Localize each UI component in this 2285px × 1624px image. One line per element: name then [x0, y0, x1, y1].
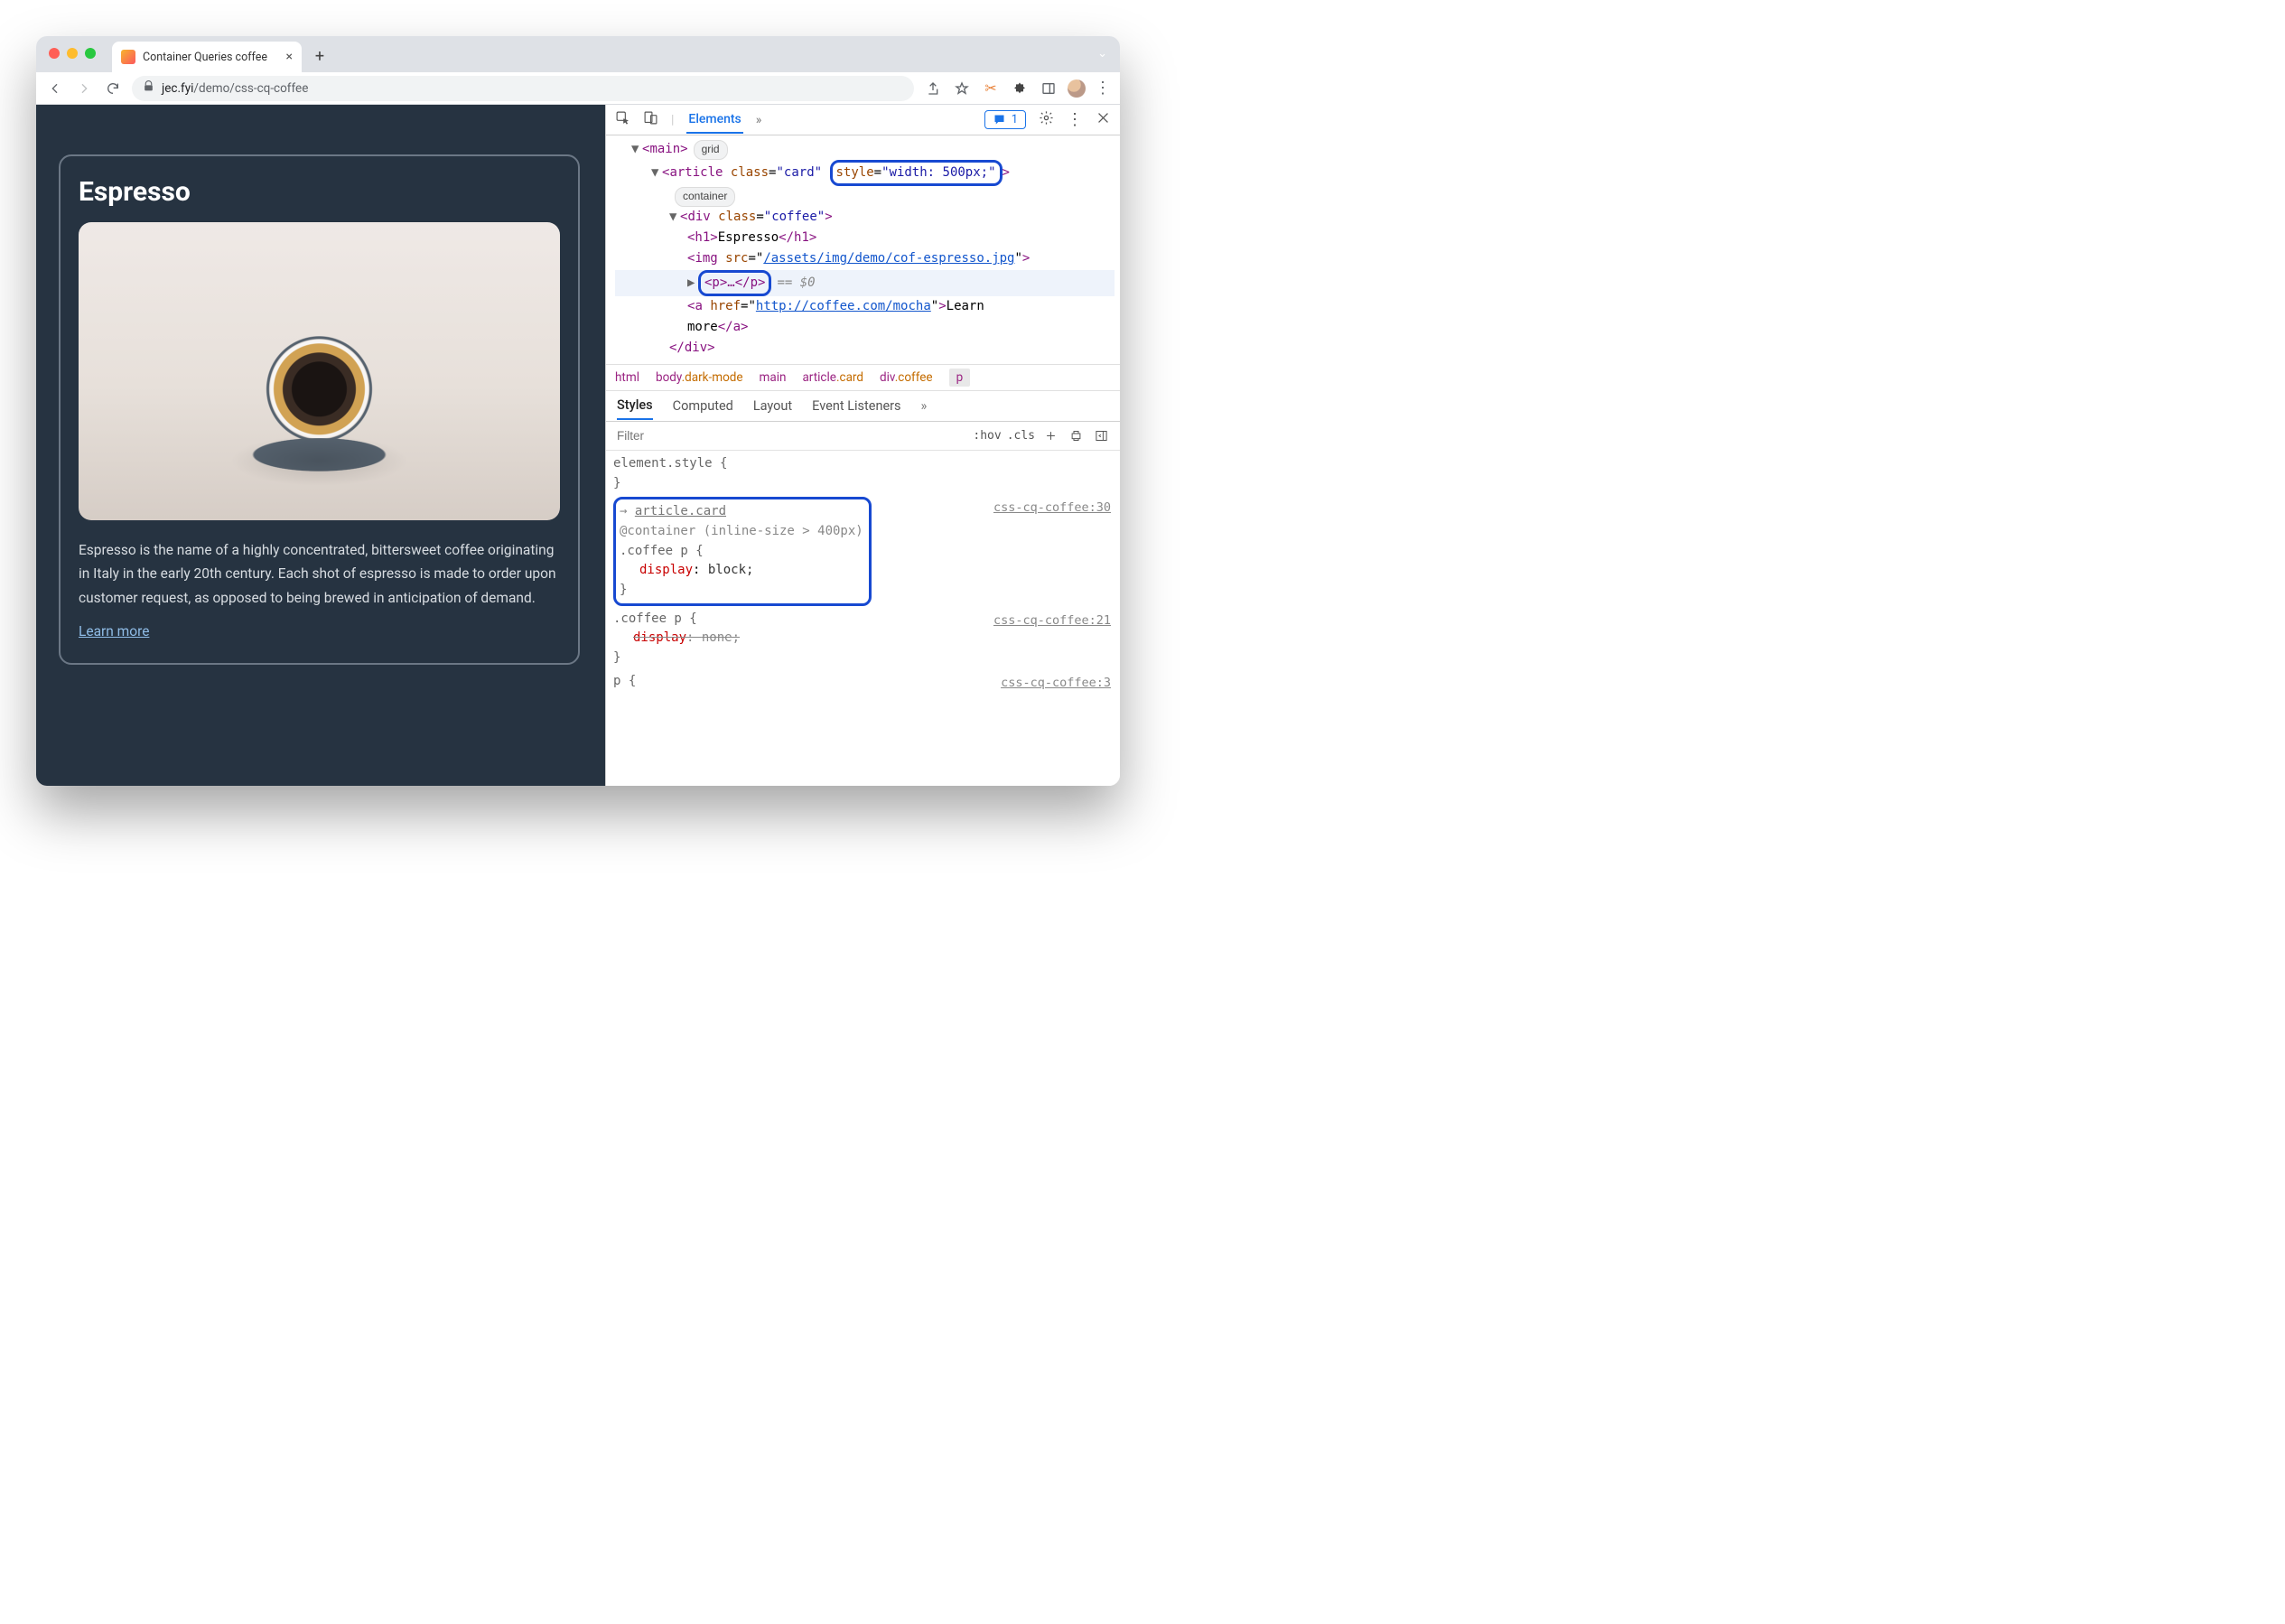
p-node-highlight: <p>…</p> [698, 270, 771, 296]
layout-tab[interactable]: Layout [753, 393, 792, 419]
close-window[interactable] [49, 48, 60, 59]
tab-strip: Container Queries coffee × + ⌄ [36, 36, 1120, 72]
lock-icon [143, 80, 154, 96]
breadcrumb-item[interactable]: div.coffee [880, 370, 933, 385]
extensions-icon[interactable] [1010, 79, 1030, 98]
breadcrumb-item[interactable]: body.dark-mode [656, 370, 743, 385]
source-link[interactable]: css-cq-coffee:21 [993, 611, 1111, 630]
new-rule-icon[interactable] [1040, 425, 1060, 445]
breadcrumb-item[interactable]: html [615, 370, 639, 385]
computed-tab[interactable]: Computed [673, 393, 733, 419]
hov-toggle[interactable]: :hov [973, 429, 1001, 443]
styles-rules[interactable]: element.style { } css-cq-coffee:30 → art… [606, 451, 1120, 786]
sidepanel-icon[interactable] [1039, 79, 1059, 98]
styles-tab[interactable]: Styles [617, 392, 653, 420]
elements-tab[interactable]: Elements [686, 107, 742, 134]
card-title: Espresso [79, 176, 560, 208]
browser-window: Container Queries coffee × + ⌄ jec.fyi/d… [36, 36, 1120, 786]
tab-overflow-icon[interactable]: ⌄ [1097, 47, 1107, 61]
container-badge[interactable]: container [675, 187, 735, 207]
forward-button[interactable] [74, 79, 94, 98]
issues-badge[interactable]: 1 [984, 110, 1026, 129]
breadcrumb-item[interactable]: main [760, 370, 787, 385]
img-src-link[interactable]: /assets/img/demo/cof-espresso.jpg [763, 251, 1014, 266]
scissors-icon[interactable]: ✂ [981, 79, 1001, 98]
devtools-menu-icon[interactable]: ⋮ [1067, 110, 1083, 129]
event-listeners-tab[interactable]: Event Listeners [812, 393, 900, 419]
url-text: jec.fyi/demo/css-cq-coffee [162, 81, 308, 96]
coffee-card: Espresso Espresso is the name of a highl… [59, 154, 580, 665]
minimize-window[interactable] [67, 48, 78, 59]
breadcrumb-item-selected[interactable]: p [949, 369, 971, 387]
more-tabs-icon[interactable]: » [756, 113, 762, 127]
browser-tab[interactable]: Container Queries coffee × [112, 42, 302, 72]
container-origin-link[interactable]: article.card [635, 504, 726, 518]
maximize-window[interactable] [85, 48, 96, 59]
rule-overridden[interactable]: css-cq-coffee:21 .coffee p { display: no… [613, 610, 1113, 668]
rendered-page: Espresso Espresso is the name of a highl… [36, 105, 605, 786]
source-link[interactable]: css-cq-coffee:30 [993, 499, 1111, 518]
styles-panel-tabs: Styles Computed Layout Event Listeners » [606, 391, 1120, 422]
toolbar-right: ✂ ⋮ [923, 79, 1111, 98]
content-split: Espresso Espresso is the name of a highl… [36, 105, 1120, 786]
rule-element-style[interactable]: element.style { } [613, 454, 1113, 493]
styles-filter-row: :hov .cls [606, 422, 1120, 451]
reload-button[interactable] [103, 79, 123, 98]
inspect-icon[interactable] [615, 110, 630, 129]
devtools-panel: | Elements » 1 ⋮ ▼<main>grid ▼<article c… [605, 105, 1120, 786]
device-toggle-icon[interactable] [643, 110, 658, 129]
styles-filter-input[interactable] [615, 428, 967, 443]
profile-avatar[interactable] [1068, 79, 1086, 98]
back-button[interactable] [45, 79, 65, 98]
style-attr-highlight: style="width: 500px;" [830, 160, 1003, 186]
dom-breadcrumb[interactable]: html body.dark-mode main article.card di… [606, 364, 1120, 391]
selected-p-node[interactable]: ••• ▶<p>…</p>== $0 [615, 270, 1115, 296]
breadcrumb-item[interactable]: article.card [802, 370, 863, 385]
chrome-menu-icon[interactable]: ⋮ [1095, 80, 1111, 97]
a-href-link[interactable]: http://coffee.com/mocha [756, 299, 931, 313]
tab-title: Container Queries coffee [143, 51, 267, 64]
more-styles-tabs-icon[interactable]: » [921, 398, 928, 414]
espresso-image [79, 222, 560, 520]
devtools-close-icon[interactable] [1096, 110, 1111, 129]
print-icon[interactable] [1066, 425, 1086, 445]
source-link[interactable]: css-cq-coffee:3 [1001, 674, 1111, 693]
sidebar-toggle-icon[interactable] [1091, 425, 1111, 445]
rule-container-query[interactable]: css-cq-coffee:30 → article.card @contain… [613, 497, 1113, 605]
toolbar: jec.fyi/demo/css-cq-coffee ✂ ⋮ [36, 72, 1120, 105]
bookmark-star-icon[interactable] [952, 79, 972, 98]
grid-badge[interactable]: grid [694, 140, 728, 160]
card-body: Espresso is the name of a highly concent… [79, 538, 560, 610]
devtools-settings-icon[interactable] [1039, 110, 1054, 129]
favicon [121, 50, 135, 64]
learn-more-link[interactable]: Learn more [79, 623, 149, 639]
rule-p[interactable]: css-cq-coffee:3 p { [613, 672, 1113, 692]
window-controls [49, 48, 96, 59]
close-tab-icon[interactable]: × [286, 50, 293, 64]
new-tab-button[interactable]: + [307, 43, 332, 69]
devtools-toolbar: | Elements » 1 ⋮ [606, 105, 1120, 135]
container-rule-highlight: → article.card @container (inline-size >… [613, 497, 872, 605]
elements-tree[interactable]: ▼<main>grid ▼<article class="card" style… [606, 135, 1120, 364]
address-bar[interactable]: jec.fyi/demo/css-cq-coffee [132, 76, 914, 101]
cls-toggle[interactable]: .cls [1007, 429, 1035, 443]
share-icon[interactable] [923, 79, 943, 98]
